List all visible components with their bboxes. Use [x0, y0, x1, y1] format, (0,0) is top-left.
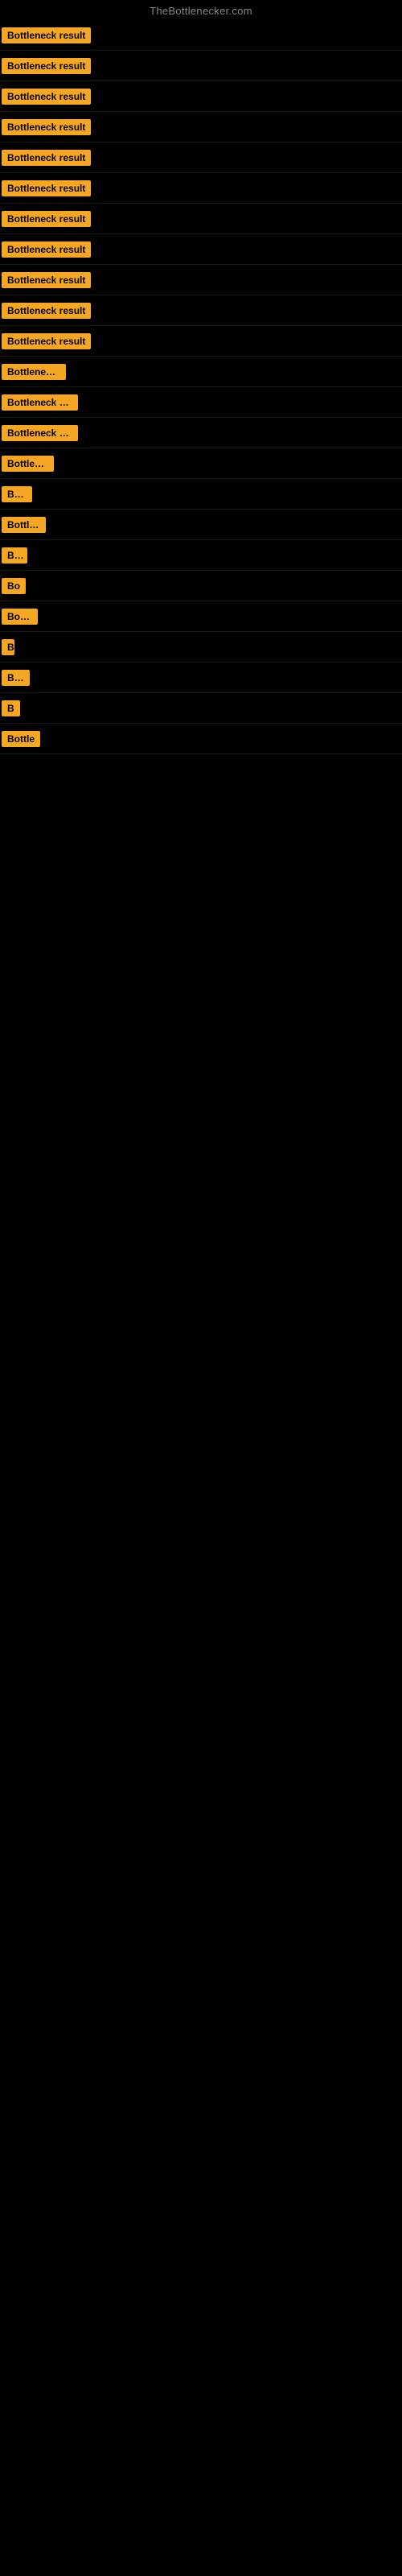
site-title: TheBottlenecker.com	[0, 0, 402, 20]
result-row: Bottleneck r	[0, 448, 402, 479]
bottleneck-badge[interactable]: Bottle	[2, 609, 38, 625]
bottleneck-badge[interactable]: Bottleneck result	[2, 394, 78, 411]
result-row: Bottleneck result	[0, 51, 402, 81]
result-row: Bottleneck result	[0, 234, 402, 265]
bottleneck-badge[interactable]: Bottleneck result	[2, 27, 91, 43]
result-row: Bottlen	[0, 479, 402, 510]
result-row: Bottleneck result	[0, 265, 402, 295]
result-row: Bottlene	[0, 663, 402, 693]
bottleneck-badge[interactable]: Bottleneck	[2, 517, 46, 533]
result-row: Bottle	[0, 601, 402, 632]
result-row: Bottleneck	[0, 510, 402, 540]
bottleneck-badge[interactable]: Bottleneck result	[2, 119, 91, 135]
bottleneck-badge[interactable]: Bottleneck result	[2, 58, 91, 74]
result-row: Bottleneck result	[0, 142, 402, 173]
result-row: Bottleneck result	[0, 81, 402, 112]
result-row: Bottleneck result	[0, 295, 402, 326]
result-row: Bottleneck result	[0, 387, 402, 418]
result-row: Bottleneck result	[0, 204, 402, 234]
bottleneck-badge[interactable]: Bottleneck result	[2, 211, 91, 227]
bottleneck-badge[interactable]: Bottleneck r	[2, 456, 54, 472]
result-row: Bottle	[0, 540, 402, 571]
bottleneck-badge[interactable]: B	[2, 700, 20, 716]
result-row: Bottleneck result	[0, 20, 402, 51]
bottleneck-badge[interactable]: Bottleneck result	[2, 150, 91, 166]
bottleneck-badge[interactable]: Bottleneck result	[2, 180, 91, 196]
bottleneck-badge[interactable]: Bottleneck result	[2, 303, 91, 319]
bottleneck-badge[interactable]: Bottleneck result	[2, 89, 91, 105]
result-row: Bott	[0, 632, 402, 663]
result-row: Bottleneck result	[0, 326, 402, 357]
bottleneck-badge[interactable]: Bottleneck result	[2, 272, 91, 288]
result-row: Bottleneck result	[0, 418, 402, 448]
bottleneck-badge[interactable]: Bottleneck result	[2, 333, 91, 349]
result-row: Bottleneck resul	[0, 357, 402, 387]
bottleneck-badge[interactable]: Bottlen	[2, 486, 32, 502]
bottleneck-badge[interactable]: Bottle	[2, 731, 40, 747]
bottleneck-badge[interactable]: Bo	[2, 578, 26, 594]
bottleneck-badge[interactable]: Bottleneck result	[2, 425, 78, 441]
bottleneck-badge[interactable]: Bott	[2, 639, 14, 655]
results-list: Bottleneck result Bottleneck result Bottle…	[0, 20, 402, 754]
bottleneck-badge[interactable]: Bottleneck resul	[2, 364, 66, 380]
bottleneck-badge[interactable]: Bottlene	[2, 670, 30, 686]
result-row: Bottleneck result	[0, 112, 402, 142]
bottleneck-badge[interactable]: Bottle	[2, 547, 27, 564]
result-row: Bottle	[0, 724, 402, 754]
bottleneck-badge[interactable]: Bottleneck result	[2, 242, 91, 258]
result-row: Bottleneck result	[0, 173, 402, 204]
result-row: B	[0, 693, 402, 724]
result-row: Bo	[0, 571, 402, 601]
